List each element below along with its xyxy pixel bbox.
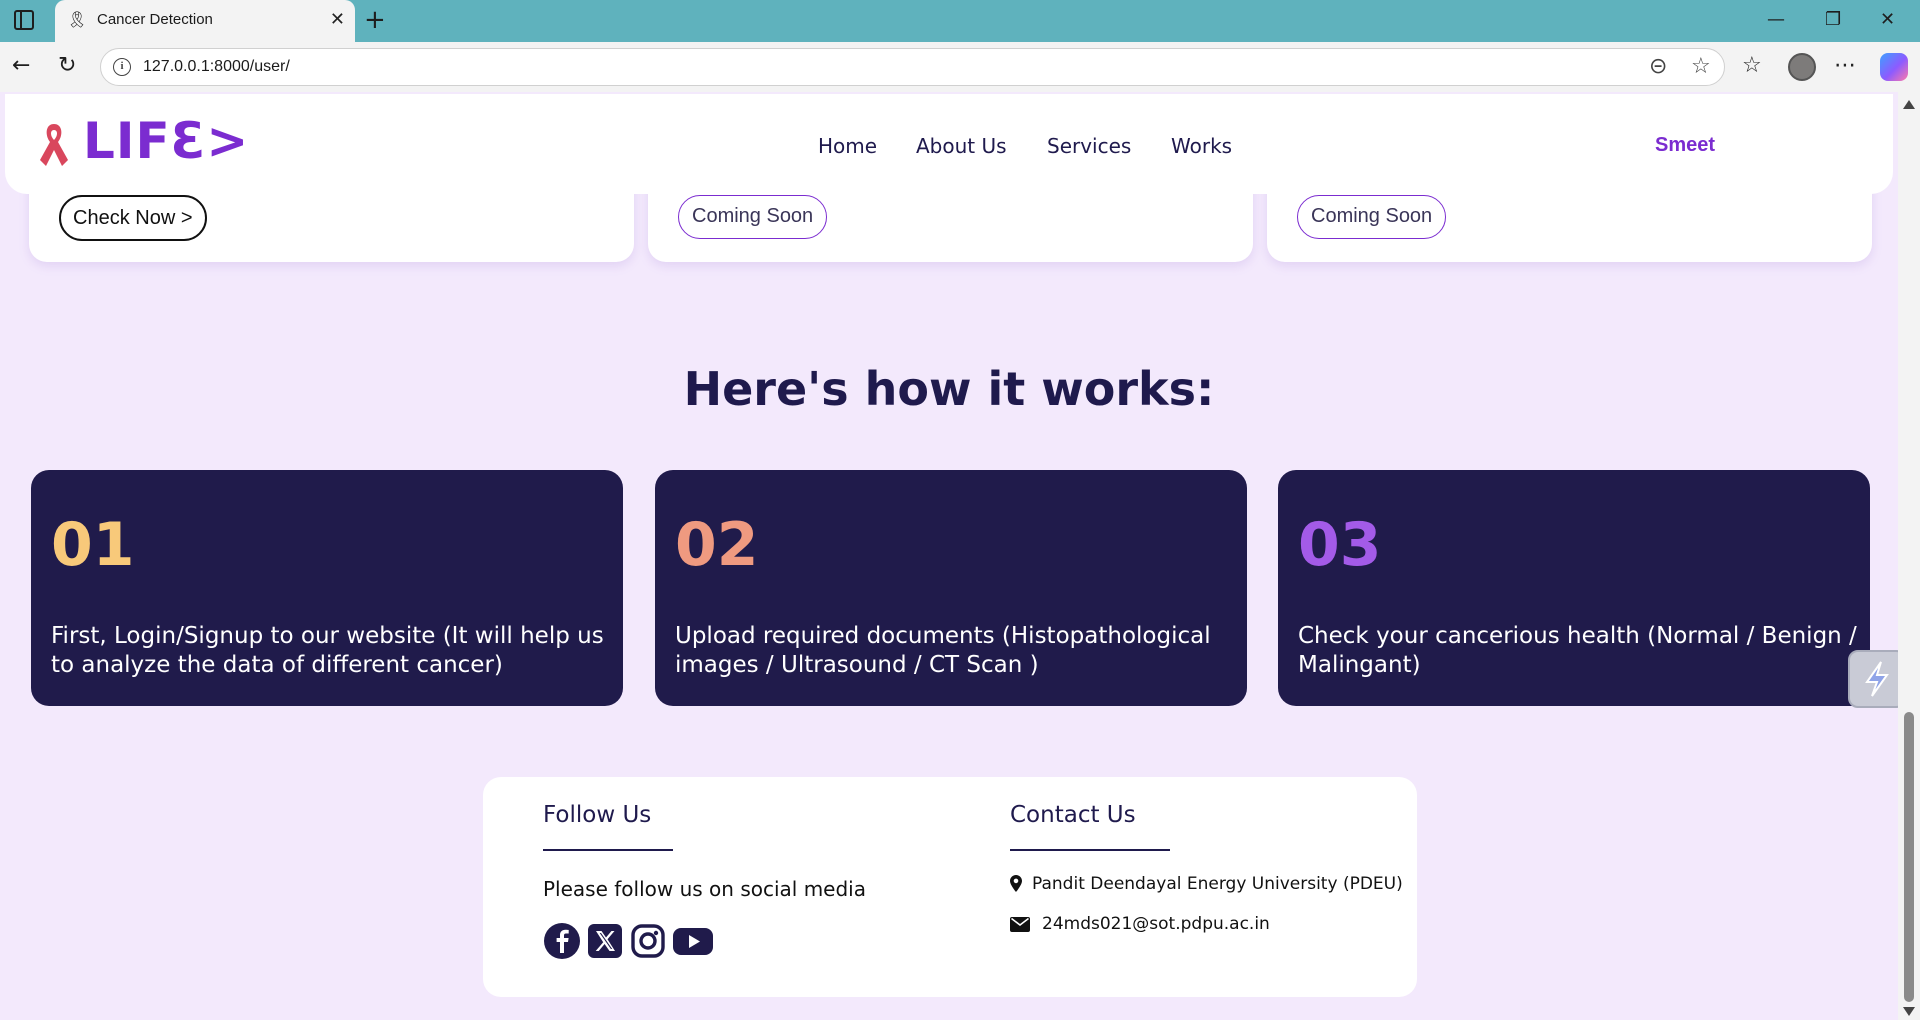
- follow-text: Please follow us on social media: [543, 877, 866, 901]
- site-info-icon[interactable]: i: [113, 58, 131, 76]
- page-scrollbar[interactable]: [1898, 92, 1920, 1020]
- instagram-icon[interactable]: [629, 922, 667, 960]
- back-icon[interactable]: ←: [12, 52, 30, 80]
- favorites-icon[interactable]: ☆: [1742, 52, 1762, 80]
- step-number: 01: [51, 510, 135, 580]
- restore-icon[interactable]: ❐: [1825, 8, 1841, 32]
- scroll-thumb[interactable]: [1904, 712, 1914, 1002]
- user-name-link[interactable]: Smeet: [1655, 134, 1715, 157]
- more-menu-icon[interactable]: ⋯: [1834, 52, 1856, 80]
- step-number: 03: [1298, 510, 1382, 580]
- close-tab-icon[interactable]: ✕: [330, 9, 345, 31]
- profile-avatar[interactable]: [1788, 53, 1816, 81]
- x-icon[interactable]: [586, 922, 624, 960]
- window-close-icon[interactable]: ✕: [1880, 8, 1895, 32]
- new-tab-icon[interactable]: +: [364, 6, 386, 34]
- tab-title: Cancer Detection: [97, 11, 213, 28]
- facebook-icon[interactable]: [543, 922, 581, 960]
- youtube-icon[interactable]: [672, 922, 714, 960]
- sidebar-toggle-icon[interactable]: [14, 10, 34, 30]
- browser-toolbar: ← ↻ i 127.0.0.1:8000/user/ ⊝ ☆ ☆ ⋯: [0, 42, 1920, 92]
- nav-home[interactable]: Home: [818, 134, 877, 158]
- nav-about-us[interactable]: About Us: [916, 134, 1007, 158]
- url-text[interactable]: 127.0.0.1:8000/user/: [143, 58, 290, 76]
- footer: Follow Us Please follow us on social med…: [483, 777, 1417, 997]
- logo-text[interactable]: LIFƐ>: [83, 112, 249, 170]
- coming-soon-button[interactable]: Coming Soon: [678, 195, 828, 239]
- step-description: Upload required documents (Histopatholog…: [675, 623, 1211, 678]
- follow-divider: [543, 849, 673, 851]
- contact-address: Pandit Deendayal Energy University (PDEU…: [1032, 874, 1403, 894]
- scroll-down-icon[interactable]: [1903, 1007, 1915, 1016]
- step-description: First, Login/Signup to our website (It w…: [51, 623, 604, 678]
- nav-services[interactable]: Services: [1047, 134, 1131, 158]
- step-description: Check your cancerious health (Normal / B…: [1298, 623, 1857, 678]
- mail-icon: [1010, 917, 1030, 932]
- check-now-button[interactable]: Check Now >: [59, 195, 207, 241]
- scroll-up-icon[interactable]: [1903, 100, 1915, 109]
- reload-icon[interactable]: ↻: [58, 52, 76, 80]
- ribbon-logo-icon: [40, 124, 68, 166]
- browser-titlebar: 🎗 Cancer Detection ✕ + — ❐ ✕: [0, 0, 1920, 42]
- minimize-icon[interactable]: —: [1767, 8, 1785, 32]
- lightning-icon: [1865, 661, 1889, 697]
- copilot-icon[interactable]: [1880, 53, 1908, 81]
- step-card-3: 03 Check your cancerious health (Normal …: [1278, 470, 1870, 706]
- step-number: 02: [675, 510, 759, 580]
- site-header: LIFƐ> Home About Us Services Works Smeet: [5, 94, 1893, 194]
- step-card-2: 02 Upload required documents (Histopatho…: [655, 470, 1247, 706]
- contact-email[interactable]: 24mds021@sot.pdpu.ac.in: [1042, 914, 1270, 934]
- how-it-works-title: Here's how it works:: [683, 362, 1215, 416]
- location-pin-icon: [1010, 875, 1022, 892]
- page-viewport: Check Now > Coming Soon Coming Soon LIFƐ…: [0, 92, 1898, 1020]
- follow-us-heading: Follow Us: [543, 802, 652, 828]
- nav-works[interactable]: Works: [1171, 134, 1232, 158]
- step-card-1: 01 First, Login/Signup to our website (I…: [31, 470, 623, 706]
- coming-soon-button[interactable]: Coming Soon: [1297, 195, 1447, 239]
- contact-divider: [1010, 849, 1170, 851]
- address-bar[interactable]: i 127.0.0.1:8000/user/ ⊝ ☆: [100, 48, 1725, 86]
- contact-us-heading: Contact Us: [1010, 802, 1136, 828]
- reader-icon[interactable]: ⊝: [1649, 54, 1667, 80]
- browser-tab[interactable]: 🎗 Cancer Detection ✕: [55, 0, 355, 42]
- favorite-star-icon[interactable]: ☆: [1691, 54, 1711, 80]
- ribbon-favicon-icon: 🎗: [67, 10, 88, 29]
